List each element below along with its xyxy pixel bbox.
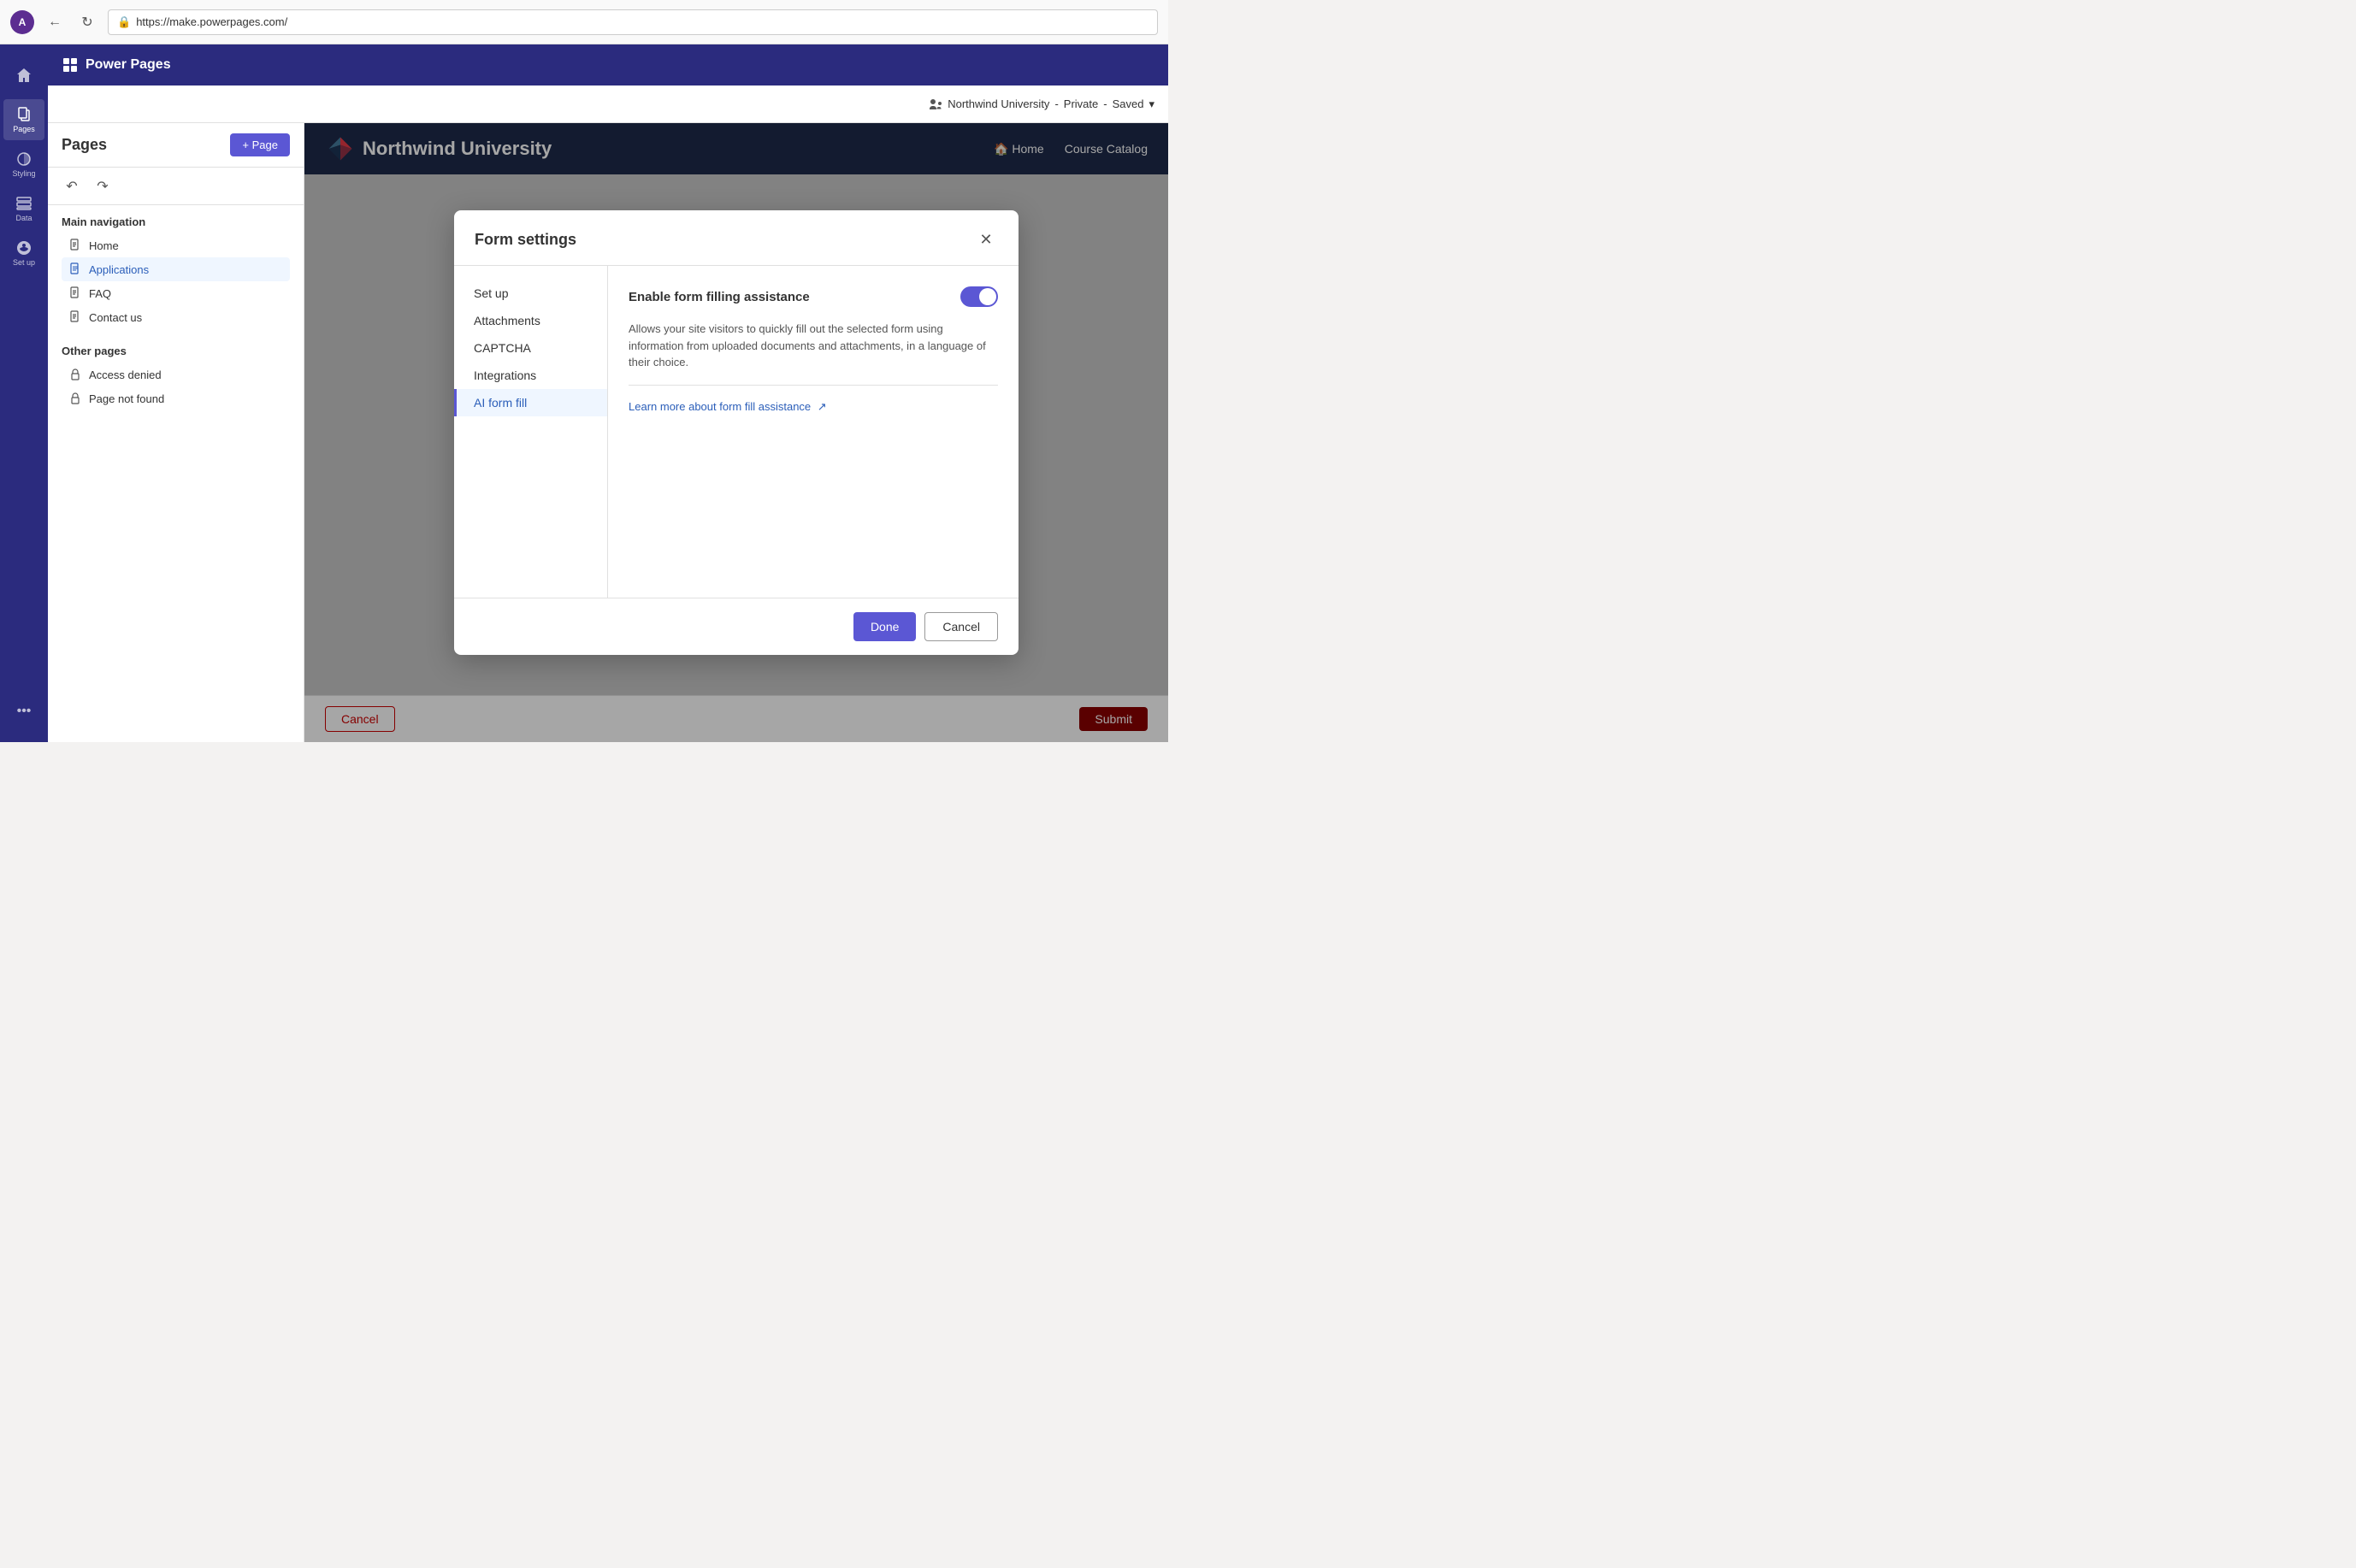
modal-nav-setup[interactable]: Set up xyxy=(454,280,607,307)
sidebar-item-setup[interactable]: Set up xyxy=(3,233,44,274)
lock-icon: 🔒 xyxy=(117,15,131,29)
editor-toolbar: ↶ ↷ xyxy=(48,168,304,205)
browser-chrome: A ← ↻ 🔒 https://make.powerpages.com/ xyxy=(0,0,1168,44)
modal-body: Set up Attachments CAPTCHA Integrations xyxy=(454,266,1019,598)
learn-more-link[interactable]: Learn more about form fill assistance ↗ xyxy=(629,400,827,413)
cancel-modal-button[interactable]: Cancel xyxy=(924,612,998,641)
modal-nav-ai-form-fill[interactable]: AI form fill xyxy=(454,389,607,416)
page-icon-faq xyxy=(68,286,82,300)
app-header-bar: Northwind University - Private - Saved ▾ xyxy=(48,85,1168,123)
nav-page-not-found-label: Page not found xyxy=(89,392,164,405)
main-nav-section: Main navigation Home xyxy=(48,205,304,334)
sidebar-item-styling[interactable]: Styling xyxy=(3,144,44,185)
nav-item-access-denied[interactable]: Access denied xyxy=(62,363,290,386)
back-button[interactable]: ← xyxy=(43,10,67,34)
refresh-button[interactable]: ↻ xyxy=(75,10,99,34)
power-pages-icon xyxy=(62,56,79,74)
pages-sidebar: Pages + Page ↶ ↷ Main navigation xyxy=(48,123,304,742)
nav-item-page-not-found[interactable]: Page not found xyxy=(62,386,290,410)
nav-item-home[interactable]: Home xyxy=(62,233,290,257)
other-pages-title: Other pages xyxy=(62,345,290,357)
site-separator1: - xyxy=(1054,97,1058,110)
styling-icon xyxy=(15,150,32,168)
icon-nav: Pages Styling Data Set up xyxy=(0,44,48,742)
toggle-knob xyxy=(979,288,996,305)
site-separator2: - xyxy=(1103,97,1107,110)
data-icon xyxy=(15,195,32,212)
pages-nav-label: Pages xyxy=(13,125,35,133)
sidebar-item-pages-nav[interactable]: Pages xyxy=(3,99,44,140)
nav-access-denied-label: Access denied xyxy=(89,368,162,381)
enable-form-fill-toggle[interactable] xyxy=(960,286,998,307)
more-icon: ••• xyxy=(17,704,32,719)
users-icon xyxy=(929,97,942,111)
pages-icon xyxy=(15,106,32,123)
page-icon-contact xyxy=(68,310,82,324)
setup-nav-label: Set up xyxy=(13,258,35,267)
main-nav-title: Main navigation xyxy=(62,215,290,228)
done-button[interactable]: Done xyxy=(853,612,916,641)
modal-main-content: Enable form filling assistance Allows yo… xyxy=(608,266,1019,598)
main-area: Power Pages Northwind University - Priva… xyxy=(48,44,1168,742)
nav-item-contact[interactable]: Contact us xyxy=(62,305,290,329)
data-nav-label: Data xyxy=(15,214,32,222)
modal-close-button[interactable]: ✕ xyxy=(974,227,998,251)
address-bar[interactable]: 🔒 https://make.powerpages.com/ xyxy=(108,9,1158,35)
toggle-row: Enable form filling assistance xyxy=(629,286,998,307)
other-pages-section: Other pages Access denied Page xyxy=(48,334,304,416)
toggle-label: Enable form filling assistance xyxy=(629,290,810,304)
sidebar-header: Pages + Page xyxy=(48,123,304,168)
undo-button[interactable]: ↶ xyxy=(58,173,86,200)
app-title: Power Pages xyxy=(86,57,171,73)
user-avatar[interactable]: A xyxy=(10,10,34,34)
home-icon xyxy=(15,67,32,84)
modal-sidebar-nav: Set up Attachments CAPTCHA Integrations xyxy=(454,266,608,598)
canvas-area: Northwind University 🏠 Home Course Catal… xyxy=(304,123,1168,742)
site-info[interactable]: Northwind University - Private - Saved ▾ xyxy=(929,97,1154,111)
page-icon-home xyxy=(68,239,82,252)
nav-home-label: Home xyxy=(89,239,119,252)
modal-nav-attachments[interactable]: Attachments xyxy=(454,307,607,334)
modal-nav-captcha[interactable]: CAPTCHA xyxy=(454,334,607,362)
add-page-button[interactable]: + Page xyxy=(230,133,290,156)
site-visibility: Private xyxy=(1064,97,1098,110)
url-text: https://make.powerpages.com/ xyxy=(136,15,287,28)
setup-icon xyxy=(15,239,32,256)
modal-nav-integrations[interactable]: Integrations xyxy=(454,362,607,389)
content-area: Pages + Page ↶ ↷ Main navigation xyxy=(48,123,1168,742)
site-status: Saved xyxy=(1113,97,1144,110)
modal-description: Allows your site visitors to quickly fil… xyxy=(629,321,998,371)
redo-button[interactable]: ↷ xyxy=(89,173,116,200)
sidebar-title: Pages xyxy=(62,136,107,154)
lock-page-icon xyxy=(68,368,82,381)
more-options-nav[interactable]: ••• xyxy=(3,691,44,732)
form-settings-modal: Form settings ✕ Set up Attachments xyxy=(454,210,1019,655)
sidebar-item-home[interactable] xyxy=(3,55,44,96)
modal-title: Form settings xyxy=(475,231,576,249)
page-icon-applications xyxy=(68,262,82,276)
nav-item-applications[interactable]: Applications xyxy=(62,257,290,281)
nav-item-faq[interactable]: FAQ xyxy=(62,281,290,305)
modal-divider xyxy=(629,385,998,386)
nav-contact-label: Contact us xyxy=(89,311,142,324)
modal-footer: Done Cancel xyxy=(454,598,1019,655)
nav-faq-label: FAQ xyxy=(89,287,111,300)
chevron-down-icon: ▾ xyxy=(1148,97,1154,111)
modal-header: Form settings ✕ xyxy=(454,210,1019,266)
error-page-icon xyxy=(68,392,82,405)
site-name: Northwind University xyxy=(948,97,1049,110)
external-link-icon: ↗ xyxy=(818,400,827,413)
app-top-bar: Power Pages xyxy=(48,44,1168,85)
styling-nav-label: Styling xyxy=(12,169,35,178)
sidebar-item-data[interactable]: Data xyxy=(3,188,44,229)
nav-applications-label: Applications xyxy=(89,263,149,276)
